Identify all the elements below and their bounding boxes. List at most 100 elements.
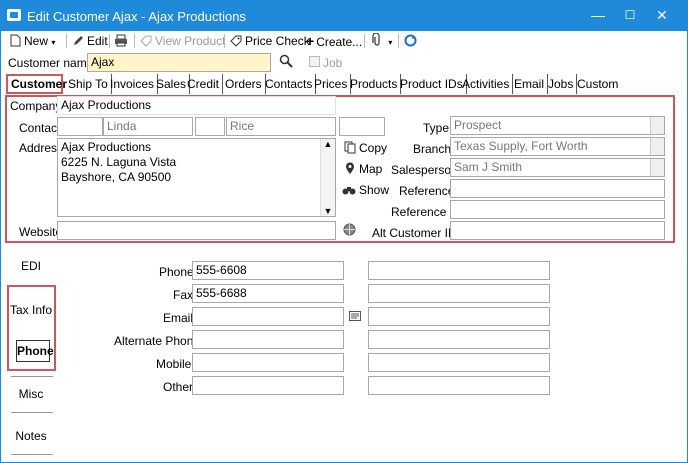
create-label: Create... [316,35,363,49]
chevron-up-icon[interactable]: ▲ [321,139,335,149]
side-tab-edi[interactable]: EDI [9,259,53,273]
other-extra-field[interactable] [368,376,550,395]
edit-customer-window: Edit Customer Ajax - Ajax Productions — … [0,0,688,463]
globe-icon[interactable] [343,223,356,236]
website-field[interactable] [57,221,336,240]
contact-middle-field[interactable] [195,117,225,136]
copy-button[interactable]: Copy [344,140,387,156]
website-label: Website [19,225,63,239]
address-field[interactable]: Ajax Productions 6225 N. Laguna Vista Ba… [57,138,336,217]
customer-name-label: Customer name [8,56,94,70]
toolbar-separator [224,34,225,48]
reference-field[interactable] [450,179,665,198]
show-button[interactable]: Show [342,182,389,198]
tab-products[interactable]: Products [347,74,402,94]
new-button[interactable]: New ▾ [10,33,55,49]
branch-dropdown-button[interactable] [650,138,664,155]
alt-customer-id-field[interactable] [450,221,665,240]
refresh-button[interactable] [404,33,420,49]
address-line: Ajax Productions [61,140,152,154]
toolbar-separator [134,34,135,48]
tab-orders[interactable]: Orders [222,74,266,94]
salesperson-dropdown-button[interactable] [650,159,664,176]
view-product-label: View Product [155,34,226,48]
reference2-field[interactable] [450,200,665,219]
address-line: Bayshore, CA 90500 [61,170,172,184]
search-icon[interactable] [279,54,293,68]
contact-last-name-field[interactable]: Rice [226,117,336,136]
tab-contacts[interactable]: Contacts [262,74,317,94]
maximize-button[interactable]: ☐ [613,4,647,26]
side-tab-divider [11,376,53,377]
other-field[interactable] [192,376,344,395]
contact-suffix-field[interactable] [339,117,385,136]
tab-product-ids[interactable]: Product IDs [397,74,467,94]
type-label: Type [423,121,450,135]
customer-name-field[interactable]: Ajax [87,53,271,72]
price-tag-icon [230,35,242,47]
copy-label: Copy [359,141,388,155]
branch-select[interactable]: Texas Supply, Fort Worth [450,137,665,156]
mobile-extra-field[interactable] [368,353,550,372]
alternate-phone-extra-field[interactable] [368,330,550,349]
address-line: 6225 N. Laguna Vista [61,155,177,169]
minimize-button[interactable]: — [581,4,615,26]
fax-field[interactable]: 555-6688 [192,284,344,303]
job-checkbox[interactable] [309,56,320,67]
map-button[interactable]: Map [344,161,382,177]
show-label: Show [359,183,390,197]
plus-icon: + [306,33,315,49]
address-scrollbar[interactable]: ▲ ▼ [320,139,335,216]
type-select[interactable]: Prospect [450,116,665,135]
tab-credit[interactable]: Credit [184,74,224,94]
tab-customer[interactable]: Customer [6,74,67,94]
contact-first-name-field[interactable]: Linda [103,117,193,136]
side-tab-divider [11,412,53,413]
alternate-phone-field[interactable] [192,330,344,349]
create-button[interactable]: + Create... [306,33,362,49]
pencil-icon [74,36,83,45]
toolbar: New ▾ Edit View Product Price Check + Cre… [2,31,686,51]
close-button[interactable]: ✕ [645,4,679,26]
tab-activities[interactable]: Activities [459,74,514,94]
map-pin-icon [346,162,354,174]
tab-prices[interactable]: Prices [311,74,352,94]
attachment-button[interactable]: ▾ [372,33,392,49]
view-product-button[interactable]: View Product [140,33,225,49]
chevron-down-icon[interactable]: ▼ [321,206,335,216]
tab-ship-to[interactable]: Ship To [65,74,112,94]
side-tab-notes[interactable]: Notes [9,429,53,443]
tab-invoices[interactable]: Invoices [107,74,159,94]
side-tab-phone[interactable]: Phone [16,340,54,362]
phone-field[interactable]: 555-6608 [192,261,344,280]
fax-extra-field[interactable] [368,284,550,303]
email-extra-field[interactable] [368,307,550,326]
company-field[interactable]: Ajax Productions [57,96,336,115]
map-label: Map [359,162,383,176]
edit-button[interactable]: Edit [72,33,108,49]
window-title: Edit Customer Ajax - Ajax Productions [27,9,246,24]
mail-icon[interactable] [349,311,361,321]
tab-email[interactable]: Email [511,74,549,94]
type-dropdown-button[interactable] [650,117,664,134]
price-check-button[interactable]: Price Check [230,33,310,49]
side-tab-misc[interactable]: Misc [9,387,53,401]
mobile-field[interactable] [192,353,344,372]
contact-label: Contact [19,121,61,135]
branch-label: Branch [413,142,452,156]
salesperson-select[interactable]: Sam J Smith [450,158,665,177]
contact-prefix-field[interactable] [57,117,103,136]
print-button[interactable] [114,33,131,49]
chevron-down-icon: ▾ [51,38,56,47]
title-bar: Edit Customer Ajax - Ajax Productions — … [1,1,687,31]
email-field[interactable] [192,307,344,326]
toolbar-separator [66,34,67,48]
printer-icon [115,34,127,47]
job-label: Job [323,56,343,70]
tab-jobs[interactable]: Jobs [545,74,578,94]
email-label: Email [163,311,194,325]
side-tab-tax-info[interactable]: Tax Info [9,303,53,317]
phone-extra-field[interactable] [368,261,550,280]
reference2-label: Reference 2 [391,205,457,219]
tab-custom[interactable]: Custom [574,74,621,94]
